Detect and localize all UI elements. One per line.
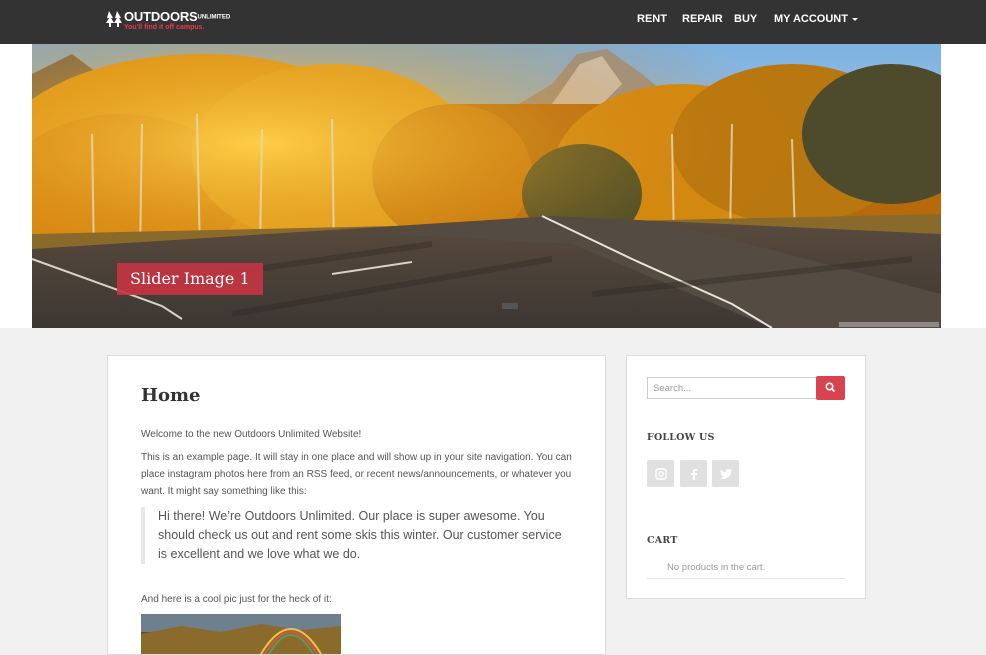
nav-rent[interactable]: RENT xyxy=(637,13,667,25)
logo-name-main: OUTDOORS xyxy=(124,9,198,24)
search-input[interactable] xyxy=(647,377,816,399)
caret-down-icon xyxy=(851,17,858,21)
site-logo[interactable]: OUTDOORSUNLIMITED You'll find it off cam… xyxy=(106,10,230,32)
facebook-icon[interactable] xyxy=(680,460,707,487)
nav-repair[interactable]: REPAIR xyxy=(682,13,723,25)
intro-text: Welcome to the new Outdoors Unlimited We… xyxy=(141,429,362,440)
tree-logo-icon xyxy=(106,11,122,27)
slider-caption: Slider Image 1 xyxy=(117,263,263,295)
top-navbar: OUTDOORSUNLIMITED You'll find it off cam… xyxy=(0,0,986,44)
cart-empty-message: No products in the cart. xyxy=(667,562,766,573)
rainbow-photo xyxy=(141,614,341,654)
photo-credit xyxy=(839,322,939,327)
logo-name-small: UNLIMITED xyxy=(197,14,231,21)
hero-slider[interactable]: Slider Image 1 xyxy=(32,44,941,328)
page-title: Home xyxy=(141,385,201,406)
nav-my-account[interactable]: MY ACCOUNT xyxy=(774,13,858,25)
pic-caption-text: And here is a cool pic just for the heck… xyxy=(141,594,332,605)
follow-us-heading: FOLLOW US xyxy=(647,432,715,443)
search-icon xyxy=(825,382,835,392)
body-text: This is an example page. It will stay in… xyxy=(141,452,572,497)
blockquote: Hi there! We’re Outdoors Unlimited. Our … xyxy=(141,507,573,564)
sidebar-card: FOLLOW US CART No products in the cart. xyxy=(626,355,866,599)
nav-my-account-label: MY ACCOUNT xyxy=(774,13,848,25)
instagram-icon[interactable] xyxy=(647,460,674,487)
search-button[interactable] xyxy=(816,376,845,400)
slider-pager-dot[interactable] xyxy=(502,303,518,309)
logo-tagline: You'll find it off campus. xyxy=(124,24,205,31)
nav-buy[interactable]: BUY xyxy=(734,13,757,25)
cart-heading: CART xyxy=(647,535,678,546)
twitter-icon[interactable] xyxy=(712,460,739,487)
main-content-card: Home Welcome to the new Outdoors Unlimit… xyxy=(107,355,606,655)
cart-divider xyxy=(647,578,845,579)
